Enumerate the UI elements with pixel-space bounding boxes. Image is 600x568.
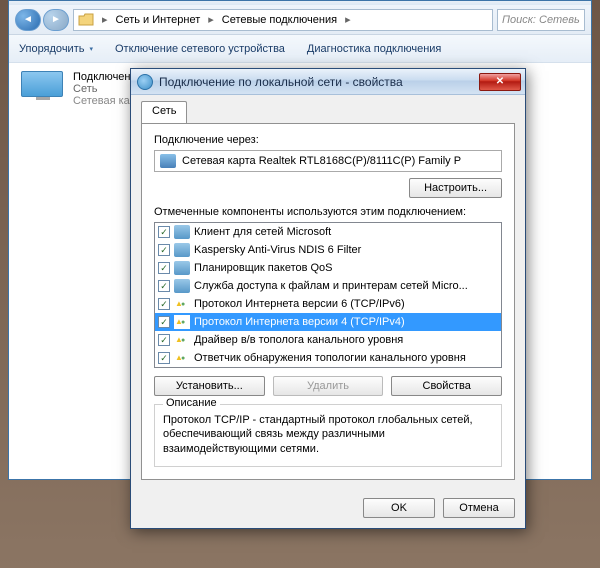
service-icon xyxy=(174,243,190,257)
components-list[interactable]: ✓Клиент для сетей Microsoft ✓Kaspersky A… xyxy=(154,222,502,368)
install-button[interactable]: Установить... xyxy=(154,376,265,396)
properties-dialog: Подключение по локальной сети - свойства… xyxy=(130,68,526,529)
connection-icon xyxy=(21,71,65,107)
adapter-name: Сетевая карта Realtek RTL8168C(P)/8111C(… xyxy=(182,155,461,167)
network-icon xyxy=(137,74,153,90)
checkbox[interactable]: ✓ xyxy=(158,280,170,292)
list-item-selected[interactable]: ✓Протокол Интернета версии 4 (TCP/IPv4) xyxy=(155,313,501,331)
cancel-button[interactable]: Отмена xyxy=(443,498,515,518)
checkbox[interactable]: ✓ xyxy=(158,334,170,346)
list-item[interactable]: ✓Драйвер в/в тополога канального уровня xyxy=(155,331,501,349)
search-placeholder: Поиск: Сетевь xyxy=(502,14,580,26)
dialog-titlebar[interactable]: Подключение по локальной сети - свойства… xyxy=(131,69,525,95)
checkbox[interactable]: ✓ xyxy=(158,226,170,238)
configure-button[interactable]: Настроить... xyxy=(409,178,502,198)
components-label: Отмеченные компоненты используются этим … xyxy=(154,206,502,218)
nav-back-button[interactable]: ◄ xyxy=(15,9,41,31)
address-bar: ◄ ► ▸ Сеть и Интернет ▸ Сетевые подключе… xyxy=(9,5,591,35)
list-item[interactable]: ✓Ответчик обнаружения топологии канально… xyxy=(155,349,501,367)
checkbox[interactable]: ✓ xyxy=(158,298,170,310)
close-button[interactable]: ✕ xyxy=(479,73,521,91)
tab-network[interactable]: Сеть xyxy=(141,101,187,123)
ok-button[interactable]: OK xyxy=(363,498,435,518)
protocol-icon xyxy=(174,297,190,311)
checkbox[interactable]: ✓ xyxy=(158,244,170,256)
adapter-icon xyxy=(160,154,176,168)
checkbox[interactable]: ✓ xyxy=(158,316,170,328)
description-group: Описание Протокол TCP/IP - стандартный п… xyxy=(154,404,502,467)
list-item[interactable]: ✓Планировщик пакетов QoS xyxy=(155,259,501,277)
list-item[interactable]: ✓Kaspersky Anti-Virus NDIS 6 Filter xyxy=(155,241,501,259)
tab-panel: Подключение через: Сетевая карта Realtek… xyxy=(141,123,515,480)
dialog-footer: OK Отмена xyxy=(131,490,525,528)
breadcrumb-connections[interactable]: Сетевые подключения xyxy=(222,14,337,26)
uninstall-button: Удалить xyxy=(273,376,384,396)
protocol-icon xyxy=(174,351,190,365)
search-input[interactable]: Поиск: Сетевь xyxy=(497,9,585,31)
description-text: Протокол TCP/IP - стандартный протокол г… xyxy=(163,413,493,456)
list-item[interactable]: ✓Протокол Интернета версии 6 (TCP/IPv6) xyxy=(155,295,501,313)
checkbox[interactable]: ✓ xyxy=(158,352,170,364)
checkbox[interactable]: ✓ xyxy=(158,262,170,274)
client-icon xyxy=(174,225,190,239)
properties-button[interactable]: Свойства xyxy=(391,376,502,396)
list-item[interactable]: ✓Клиент для сетей Microsoft xyxy=(155,223,501,241)
breadcrumb-network[interactable]: Сеть и Интернет xyxy=(116,14,201,26)
connection-item[interactable]: Подключение Сеть Сетевая карта xyxy=(21,71,147,107)
command-bar: Упорядочить Отключение сетевого устройст… xyxy=(9,35,591,63)
folder-icon xyxy=(78,13,94,27)
organize-menu[interactable]: Упорядочить xyxy=(19,43,93,55)
nav-forward-button[interactable]: ► xyxy=(43,9,69,31)
diagnose-button[interactable]: Диагностика подключения xyxy=(307,43,441,55)
list-item[interactable]: ✓Служба доступа к файлам и принтерам сет… xyxy=(155,277,501,295)
disable-device-button[interactable]: Отключение сетевого устройства xyxy=(115,43,285,55)
service-icon xyxy=(174,261,190,275)
connect-via-label: Подключение через: xyxy=(154,134,502,146)
breadcrumb[interactable]: ▸ Сеть и Интернет ▸ Сетевые подключения … xyxy=(73,9,493,31)
protocol-icon xyxy=(174,333,190,347)
service-icon xyxy=(174,279,190,293)
adapter-field: Сетевая карта Realtek RTL8168C(P)/8111C(… xyxy=(154,150,502,172)
description-legend: Описание xyxy=(163,397,220,409)
dialog-title: Подключение по локальной сети - свойства xyxy=(159,75,479,89)
protocol-icon xyxy=(174,315,190,329)
